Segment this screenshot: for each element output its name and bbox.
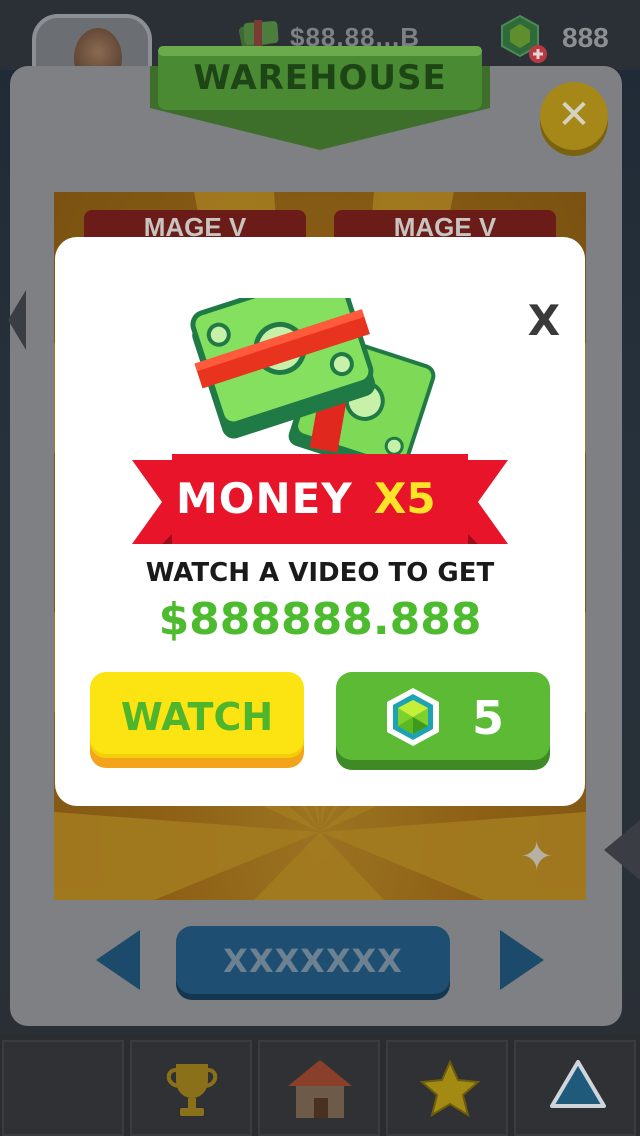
dialog-close-button[interactable]: X	[522, 296, 566, 346]
money-stack-icon	[190, 298, 436, 478]
gem-cost-label: 5	[471, 691, 504, 745]
reward-amount: $888888.888	[158, 594, 482, 645]
watch-video-button[interactable]: WATCH	[90, 672, 304, 768]
ribbon-money-label: MONEY	[176, 474, 353, 523]
gem-purchase-button[interactable]: 5	[336, 672, 550, 772]
watch-button-label: WATCH	[120, 695, 274, 739]
gem-icon	[387, 688, 439, 746]
ribbon-multiplier-label: X5	[374, 474, 436, 523]
reward-description: WATCH A VIDEO TO GET	[145, 558, 495, 588]
